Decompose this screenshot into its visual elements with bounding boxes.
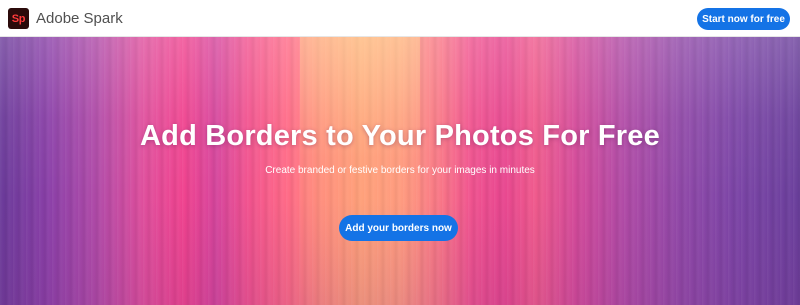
brand-name: Adobe Spark	[36, 10, 123, 27]
brand-home-link[interactable]: Sp Adobe Spark	[8, 8, 123, 29]
adobe-spark-logo-icon: Sp	[8, 8, 29, 29]
add-borders-button[interactable]: Add your borders now	[339, 215, 458, 241]
hero-banner: Add Borders to Your Photos For Free Crea…	[0, 37, 800, 305]
hero-title: Add Borders to Your Photos For Free	[140, 120, 660, 152]
top-header: Sp Adobe Spark Start now for free	[0, 0, 800, 37]
hero-subtitle: Create branded or festive borders for yo…	[265, 165, 535, 176]
logo-text: Sp	[11, 12, 26, 25]
start-now-button[interactable]: Start now for free	[697, 8, 790, 30]
page: Sp Adobe Spark Start now for free Add Bo…	[0, 0, 800, 305]
